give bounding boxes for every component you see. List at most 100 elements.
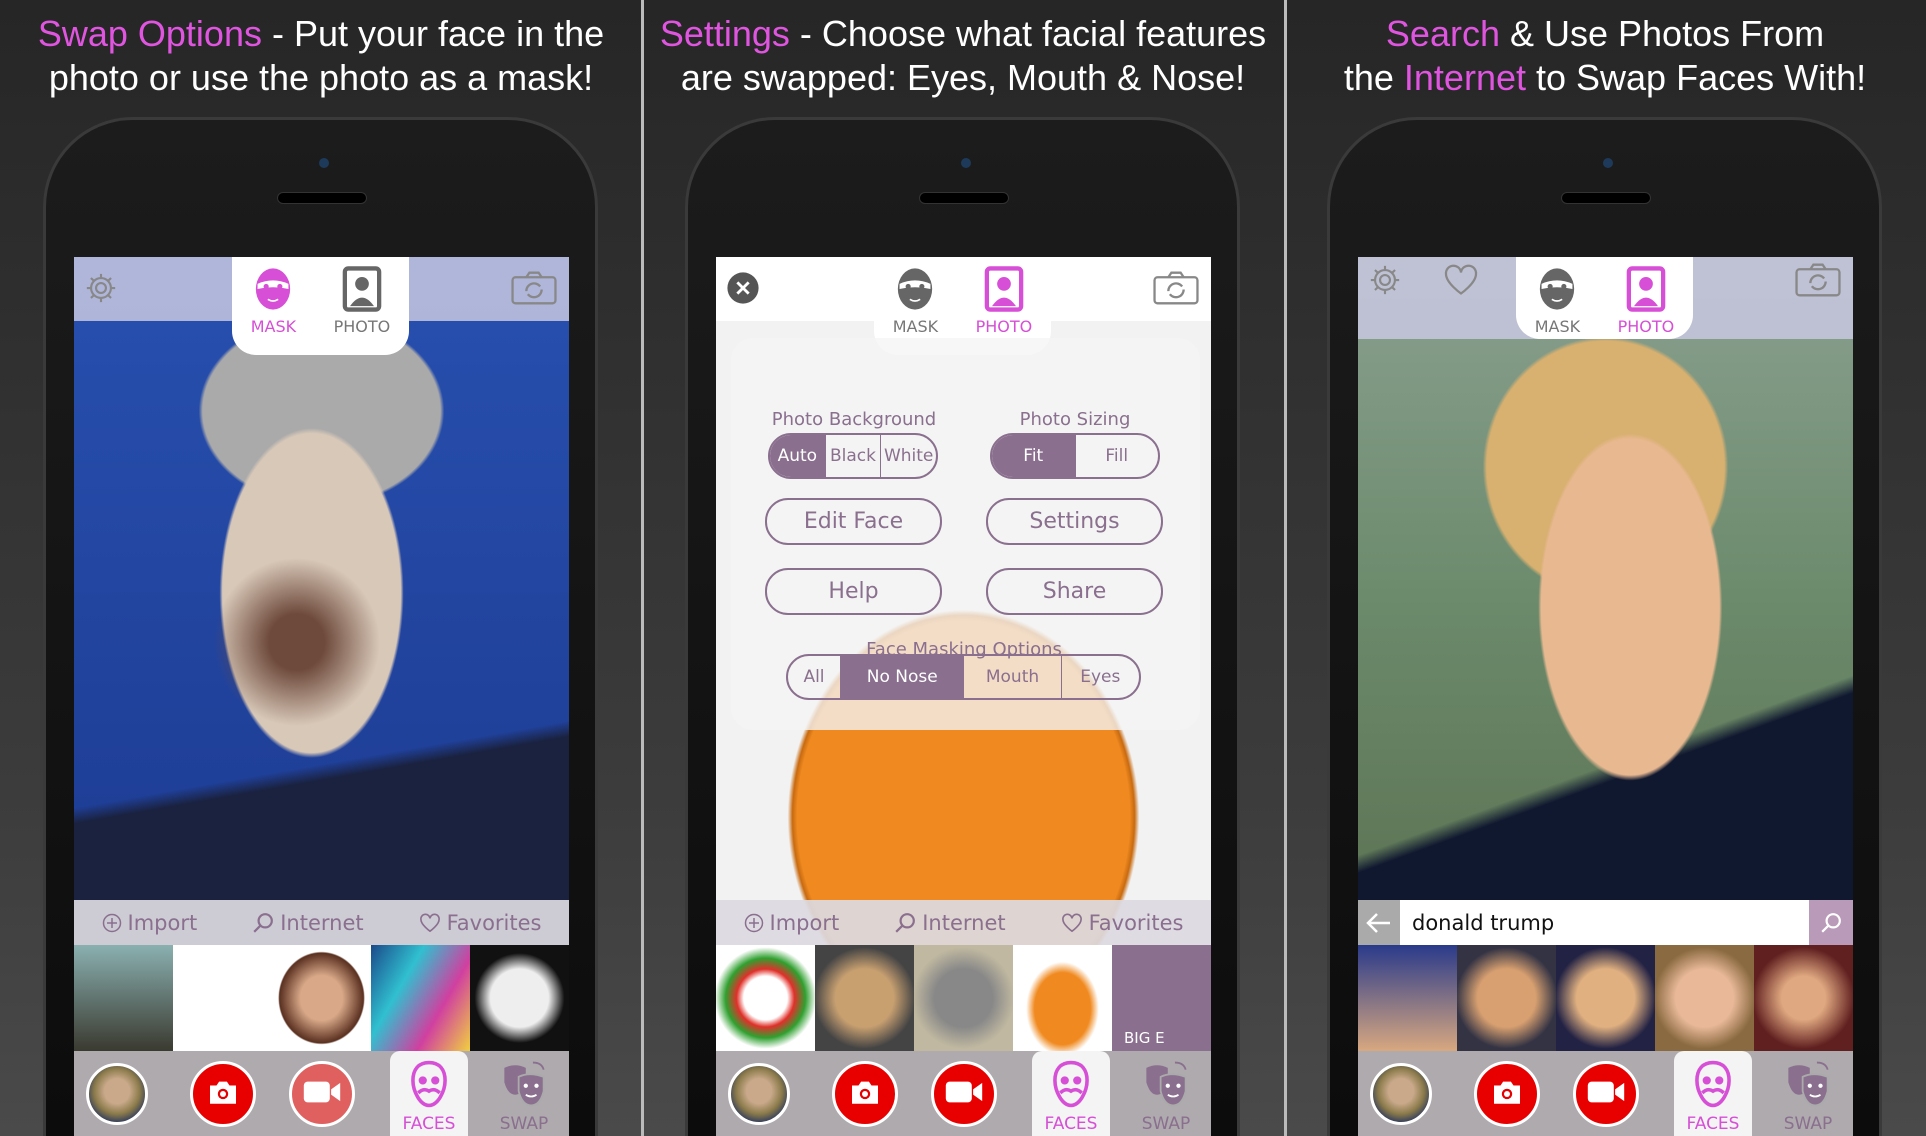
- face-thumbnail[interactable]: [173, 945, 272, 1051]
- speaker-grille: [919, 192, 1009, 204]
- option-black[interactable]: Black: [824, 435, 881, 477]
- face-photo: [74, 257, 569, 957]
- label: Internet: [280, 910, 364, 935]
- swap-tab[interactable]: SWAP: [1768, 1051, 1848, 1136]
- face-thumbnail[interactable]: [914, 945, 1013, 1051]
- face-thumbnail[interactable]: [272, 945, 371, 1051]
- edit-face-button[interactable]: Edit Face: [765, 498, 942, 545]
- settings-button[interactable]: Settings: [986, 498, 1163, 545]
- option-no-nose[interactable]: No Nose: [839, 656, 964, 698]
- face-thumbnail[interactable]: BIG E: [1112, 945, 1211, 1051]
- help-button[interactable]: Help: [765, 568, 942, 615]
- label: SWAP: [1141, 1114, 1191, 1134]
- take-photo-button[interactable]: [190, 1061, 256, 1127]
- option-white[interactable]: White: [880, 435, 936, 477]
- panel-settings: Settings - Choose what facial features ar…: [642, 0, 1284, 1136]
- internet-button[interactable]: Internet: [252, 910, 364, 935]
- option-eyes[interactable]: Eyes: [1060, 656, 1139, 698]
- tab-photo[interactable]: PHOTO: [334, 265, 390, 355]
- option-all[interactable]: All: [788, 656, 840, 698]
- face-thumbnail[interactable]: [1754, 945, 1853, 1051]
- face-thumbnail[interactable]: [1457, 945, 1556, 1051]
- face-thumbnail[interactable]: [470, 945, 569, 1051]
- user-face-avatar[interactable]: [86, 1063, 148, 1125]
- face-thumbnail[interactable]: [1013, 945, 1112, 1051]
- video-camera-icon: [944, 1079, 984, 1109]
- faces-tab[interactable]: FACES: [1032, 1051, 1110, 1136]
- user-face-avatar[interactable]: [1370, 1063, 1432, 1125]
- swap-tab[interactable]: SWAP: [1126, 1051, 1206, 1136]
- panel-divider: [641, 0, 644, 1136]
- take-photo-button[interactable]: [832, 1061, 898, 1127]
- option-mouth[interactable]: Mouth: [963, 656, 1060, 698]
- headline: Swap Options - Put your face in the photo…: [0, 12, 642, 100]
- favorites-button[interactable]: Favorites: [1061, 910, 1184, 935]
- face-mustache-icon: [407, 1059, 451, 1114]
- faces-tab[interactable]: FACES: [390, 1051, 468, 1136]
- face-thumbnail[interactable]: [1556, 945, 1655, 1051]
- label: Import: [127, 910, 198, 935]
- gear-icon[interactable]: [1368, 263, 1402, 301]
- face-thumbnail[interactable]: [815, 945, 914, 1051]
- favorites-button[interactable]: Favorites: [419, 911, 541, 935]
- faces-tab[interactable]: FACES: [1674, 1051, 1752, 1136]
- tab-mask[interactable]: MASK: [1535, 265, 1580, 339]
- label: FACES: [402, 1114, 456, 1134]
- tab-label: MASK: [892, 317, 939, 336]
- import-button[interactable]: Import: [744, 911, 839, 935]
- label: FACES: [1044, 1114, 1098, 1134]
- user-face-avatar[interactable]: [728, 1063, 790, 1125]
- camera-rotate-icon[interactable]: [511, 271, 557, 309]
- record-video-button[interactable]: [289, 1061, 355, 1127]
- tab-label: PHOTO: [1617, 317, 1675, 336]
- face-thumbnail[interactable]: [1358, 945, 1457, 1051]
- headline-text: photo or use the photo as a mask!: [48, 57, 594, 98]
- option-fit[interactable]: Fit: [992, 435, 1075, 477]
- photo-portrait-icon: [1625, 265, 1667, 317]
- mode-tabs: MASK PHOTO: [232, 257, 409, 355]
- face-thumbnail[interactable]: [371, 945, 470, 1051]
- photo-background-label: Photo Background: [771, 409, 937, 430]
- close-icon[interactable]: [726, 271, 760, 309]
- gear-icon[interactable]: [84, 271, 118, 309]
- option-fill[interactable]: Fill: [1074, 435, 1159, 477]
- mask-icon: [1536, 265, 1578, 317]
- label: Internet: [922, 910, 1006, 935]
- face-thumbnail[interactable]: [74, 945, 173, 1051]
- record-video-button[interactable]: [1573, 1061, 1639, 1127]
- source-bar: Import Internet Favorites: [74, 900, 569, 945]
- camera-icon: [849, 1079, 881, 1109]
- share-button[interactable]: Share: [986, 568, 1163, 615]
- headline-line-1: Settings - Choose what facial features: [642, 12, 1284, 56]
- face-thumbnail[interactable]: [716, 945, 815, 1051]
- tab-mask[interactable]: MASK: [251, 265, 296, 355]
- search-input[interactable]: donald trump: [1400, 911, 1809, 935]
- search-icon: [894, 912, 916, 934]
- tab-photo[interactable]: PHOTO: [1617, 265, 1675, 339]
- headline-line-2: are swapped: Eyes, Mouth & Nose!: [642, 56, 1284, 100]
- photo-portrait-icon: [341, 265, 383, 317]
- face-thumbnails: BIG E: [716, 945, 1211, 1051]
- label: Favorites: [1088, 910, 1184, 935]
- heart-icon: [419, 913, 441, 933]
- option-auto[interactable]: Auto: [770, 435, 825, 477]
- headline-line-1: Swap Options - Put your face in the: [0, 12, 642, 56]
- face-masking-segmented: All No Nose Mouth Eyes: [786, 654, 1141, 700]
- photo-background-segmented: Auto Black White: [768, 433, 938, 479]
- import-button[interactable]: Import: [102, 910, 198, 935]
- search-submit-button[interactable]: [1809, 900, 1853, 945]
- search-bar: donald trump: [1358, 900, 1853, 945]
- record-video-button[interactable]: [931, 1061, 997, 1127]
- camera-rotate-icon[interactable]: [1795, 263, 1841, 301]
- mask-icon: [252, 265, 294, 317]
- camera-rotate-icon[interactable]: [1153, 271, 1199, 309]
- back-arrow-icon[interactable]: [1358, 900, 1400, 945]
- speaker-grille: [1561, 192, 1651, 204]
- top-bar: MASK PHOTO: [74, 257, 569, 355]
- headline-highlight: Search: [1385, 13, 1500, 54]
- internet-button[interactable]: Internet: [894, 910, 1006, 935]
- swap-tab[interactable]: SWAP: [484, 1051, 564, 1136]
- face-thumbnail[interactable]: [1655, 945, 1754, 1051]
- take-photo-button[interactable]: [1474, 1061, 1540, 1127]
- heart-icon[interactable]: [1443, 263, 1479, 301]
